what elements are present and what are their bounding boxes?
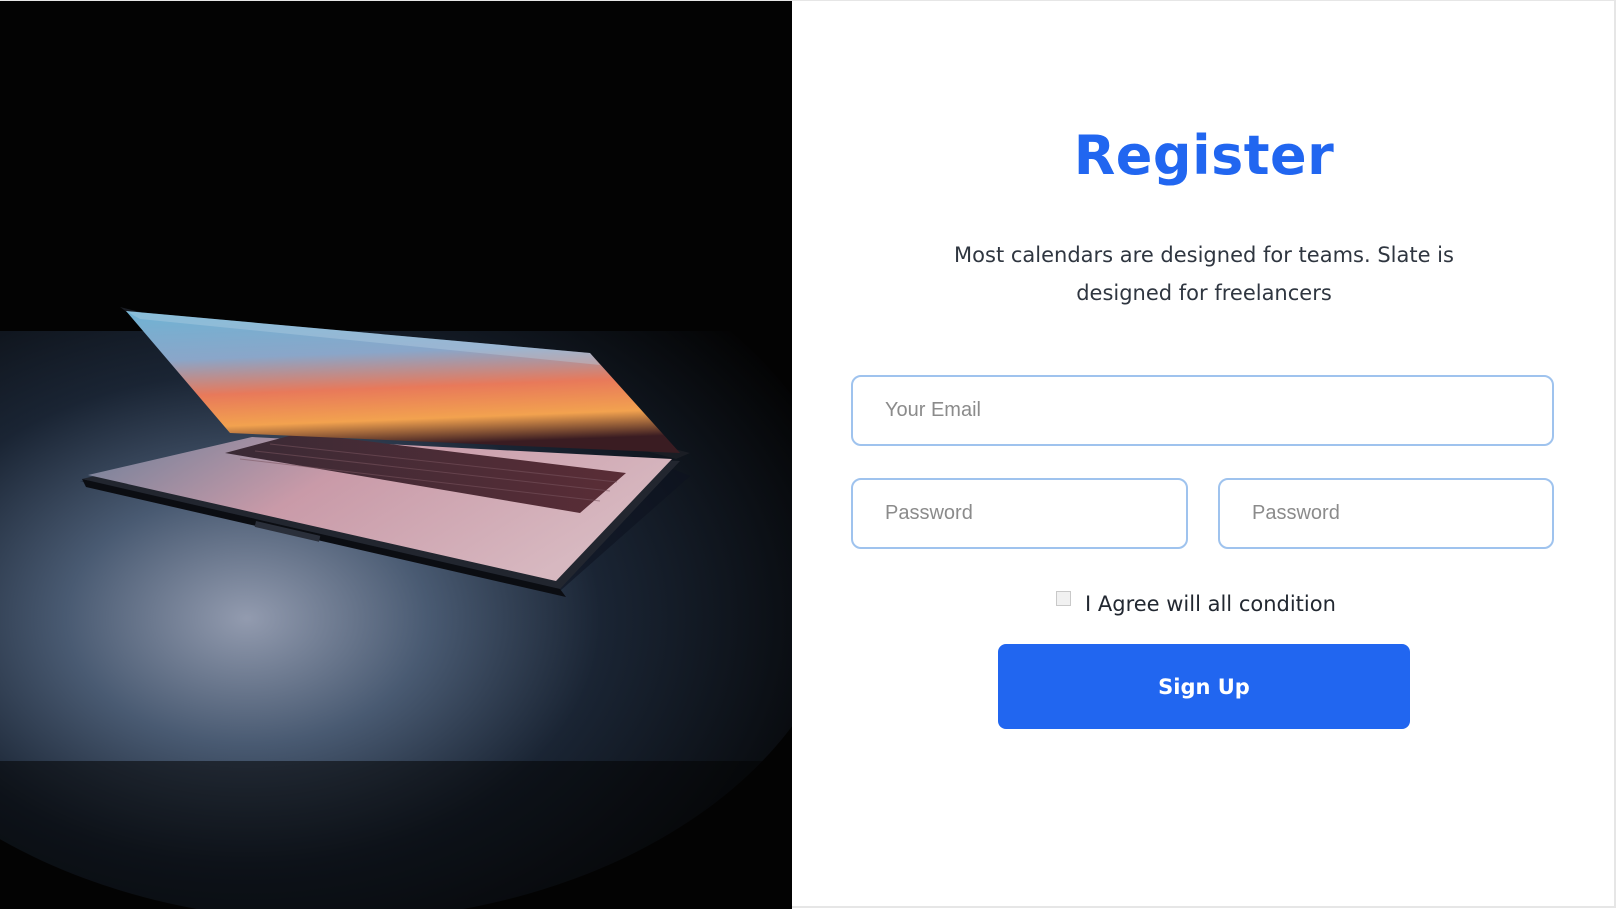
password-field[interactable]	[851, 478, 1188, 549]
page-subtitle: Most calendars are designed for teams. S…	[954, 243, 1454, 305]
register-page: Register Most calendars are designed for…	[0, 0, 1618, 910]
page-title: Register	[1073, 124, 1335, 187]
agree-checkbox[interactable]	[1056, 590, 1071, 606]
laptop-photo	[0, 1, 792, 909]
register-panel: Register Most calendars are designed for…	[792, 0, 1616, 910]
confirm-password-field[interactable]	[1218, 478, 1554, 549]
laptop-illustration	[0, 1, 792, 909]
sign-up-button[interactable]: Sign Up	[998, 644, 1410, 729]
agree-label: I Agree will all condition	[1085, 592, 1336, 616]
email-field[interactable]	[851, 375, 1554, 446]
agree-row: I Agree will all condition	[1056, 586, 1336, 622]
